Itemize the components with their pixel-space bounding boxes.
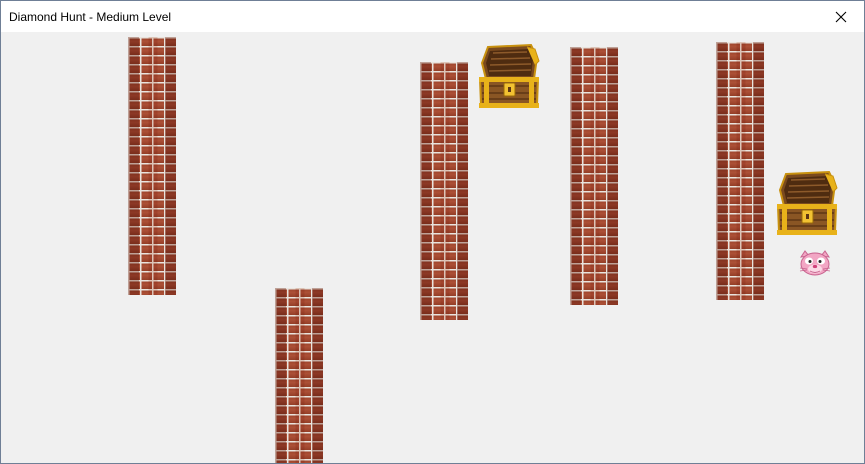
- brick-wall-5: [716, 42, 764, 300]
- game-window: Diamond Hunt - Medium Level: [0, 0, 865, 464]
- treasure-chest-icon[interactable]: [777, 170, 839, 238]
- window-title: Diamond Hunt - Medium Level: [9, 10, 172, 24]
- brick-wall-3: [420, 62, 468, 320]
- brick-wall-2: [275, 288, 323, 463]
- brick-wall-1: [128, 37, 176, 295]
- game-board[interactable]: [1, 32, 864, 463]
- brick-wall-4: [570, 47, 618, 305]
- close-button[interactable]: [818, 1, 864, 32]
- close-icon: [835, 11, 847, 22]
- pink-panther-icon[interactable]: [796, 249, 834, 281]
- title-bar[interactable]: Diamond Hunt - Medium Level: [1, 1, 864, 32]
- treasure-chest-icon[interactable]: [479, 43, 541, 111]
